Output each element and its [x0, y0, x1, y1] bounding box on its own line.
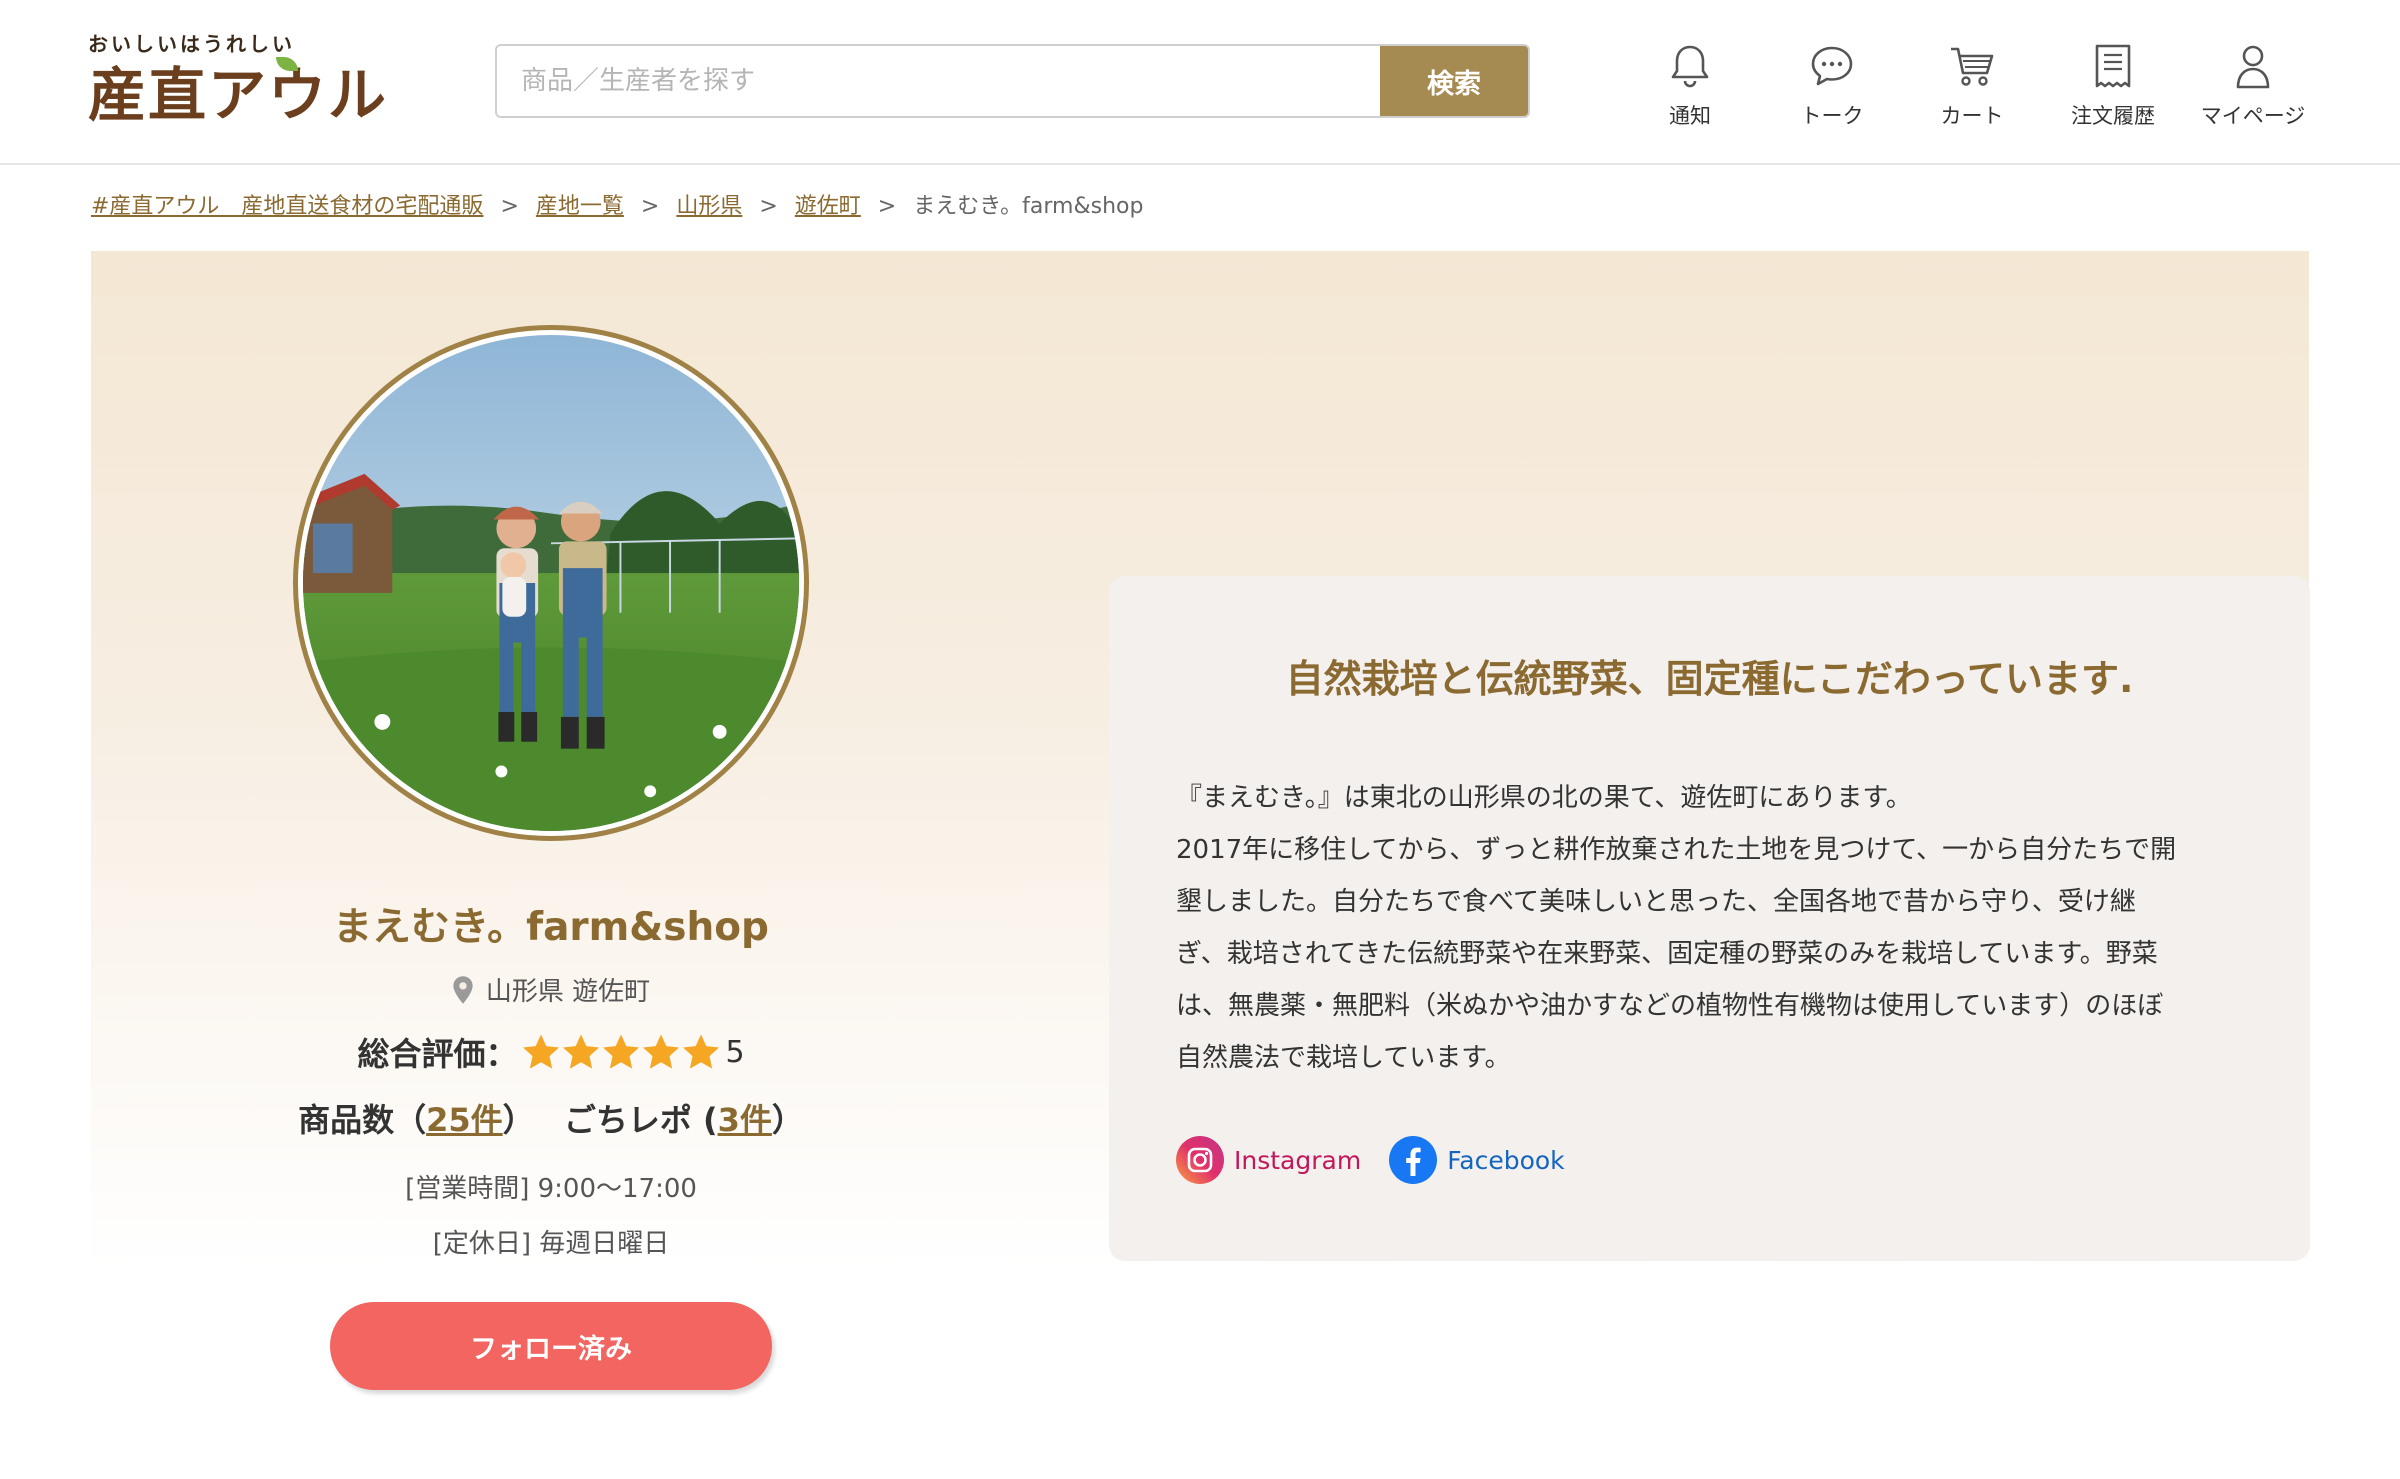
map-pin-icon — [453, 975, 473, 1004]
user-icon — [2236, 45, 2270, 89]
star-icon — [603, 1034, 640, 1069]
producer-hero: まえむき。farm&shop 山形県 遊佐町 総合評価： 5 商品数（25件） … — [91, 251, 2310, 1271]
intro-line: 墾しました。自分たちで食べて美味しいと思った、全国各地で昔から守り、受け継 — [1176, 887, 2136, 917]
reports-count-close: ） — [771, 1101, 804, 1139]
nav-mypage[interactable]: マイページ — [2183, 40, 2323, 140]
producer-photo-frame — [293, 325, 809, 841]
intro-line: 自然農法で栽培しています。 — [1176, 1043, 1511, 1073]
producer-photo — [303, 335, 799, 831]
products-count-close: ） — [502, 1101, 535, 1139]
logo-name: 産直アウル — [88, 57, 398, 127]
star-icon — [683, 1034, 720, 1069]
search-button[interactable]: 検索 — [1380, 46, 1528, 116]
facebook-icon — [1389, 1136, 1438, 1184]
nav-notification-label: 通知 — [1669, 104, 1711, 128]
facebook-link[interactable]: Facebook — [1389, 1136, 1565, 1184]
breadcrumb-current: まえむき。farm&shop — [913, 194, 1144, 219]
nav-talk-label: トーク — [1800, 104, 1864, 128]
intro-text: 『まえむき。』は東北の山形県の北の果て、遊佐町にあります。 2017年に移住して… — [1176, 772, 2251, 1084]
star-icon — [563, 1034, 600, 1069]
breadcrumb-link-home[interactable]: #産直アウル 産地直送食材の宅配通販 — [91, 194, 483, 219]
breadcrumb-separator: > — [500, 194, 519, 219]
instagram-icon — [1176, 1136, 1224, 1184]
search-input[interactable] — [497, 46, 1380, 116]
rating-value: 5 — [725, 1034, 745, 1070]
breadcrumb-separator: > — [877, 194, 897, 219]
instagram-label: Instagram — [1234, 1145, 1362, 1175]
producer-counts: 商品数（25件） ごちレポ (3件） — [91, 1095, 1011, 1141]
products-count-label: 商品数（ — [298, 1101, 427, 1139]
follow-button[interactable]: フォロー済み — [330, 1302, 772, 1390]
star-icon — [643, 1034, 680, 1069]
breadcrumb-link-prefecture[interactable]: 山形県 — [676, 194, 742, 219]
bell-icon — [1671, 45, 1709, 88]
reports-count-label: ごちレポ ( — [563, 1101, 718, 1139]
nav-cart-label: カート — [1940, 104, 2004, 128]
site-header: おいしいはうれしい 産直アウル 検索 通知 トーク カート — [0, 0, 2400, 165]
star-icon — [523, 1034, 560, 1069]
producer-location: 山形県 遊佐町 — [91, 971, 1011, 1008]
producer-name: まえむき。farm&shop — [333, 905, 769, 950]
sns-links: Instagram Facebook — [1176, 1136, 1593, 1184]
logo-tagline: おいしいはうれしい — [88, 32, 295, 56]
nav-cart[interactable]: カート — [1902, 40, 2042, 140]
breadcrumb: #産直アウル 産地直送食材の宅配通販 > 産地一覧 > 山形県 > 遊佐町 > … — [91, 188, 1143, 220]
intro-line: ぎ、栽培されてきた伝統野菜や在来野菜、固定種の野菜のみを栽培しています。野菜 — [1176, 939, 2158, 969]
products-count-link[interactable]: 25件 — [426, 1101, 503, 1139]
intro-line: 『まえむき。』は東北の山形県の北の果て、遊佐町にあります。 — [1176, 783, 1912, 813]
overall-rating: 総合評価： 5 — [91, 1029, 1011, 1075]
nav-mypage-label: マイページ — [2200, 104, 2306, 128]
intro-line: 2017年に移住してから、ずっと耕作放棄された土地を見つけて、一から自分たちで開 — [1176, 835, 2177, 865]
nav-talk[interactable]: トーク — [1762, 40, 1902, 140]
instagram-link[interactable]: Instagram — [1176, 1136, 1361, 1184]
breadcrumb-separator: > — [640, 194, 660, 219]
producer-intro-card: 自然栽培と伝統野菜、固定種にこだわっています. 『まえむき。』は東北の山形県の北… — [1109, 576, 2310, 1261]
nav-orders[interactable]: 注文履歴 — [2043, 40, 2183, 140]
cart-icon — [1951, 47, 1994, 86]
business-hours: [営業時間] 9:00～17:00 — [405, 1174, 697, 1204]
regular-holiday: [定休日] 毎週日曜日 — [432, 1229, 670, 1259]
breadcrumb-link-regions[interactable]: 産地一覧 — [536, 194, 624, 219]
rating-stars — [521, 1032, 721, 1072]
search-bar: 検索 — [495, 44, 1530, 118]
rating-label: 総合評価： — [357, 1035, 518, 1073]
nav-orders-label: 注文履歴 — [2071, 104, 2155, 128]
receipt-icon — [2095, 44, 2131, 88]
intro-line: は、無農薬・無肥料（米ぬかや油かすなどの植物性有機物は使用しています）のほぼ — [1176, 991, 2164, 1021]
intro-title: 自然栽培と伝統野菜、固定種にこだわっています. — [1285, 657, 2134, 701]
facebook-label: Facebook — [1447, 1145, 1565, 1175]
breadcrumb-separator: > — [759, 194, 778, 219]
reports-count-link[interactable]: 3件 — [718, 1101, 772, 1139]
nav-notification[interactable]: 通知 — [1620, 40, 1760, 140]
site-logo[interactable]: おいしいはうれしい 産直アウル — [88, 28, 398, 138]
location-text: 山形県 遊佐町 — [485, 977, 651, 1007]
breadcrumb-link-town[interactable]: 遊佐町 — [795, 194, 861, 219]
chat-bubble-icon — [1811, 46, 1853, 86]
